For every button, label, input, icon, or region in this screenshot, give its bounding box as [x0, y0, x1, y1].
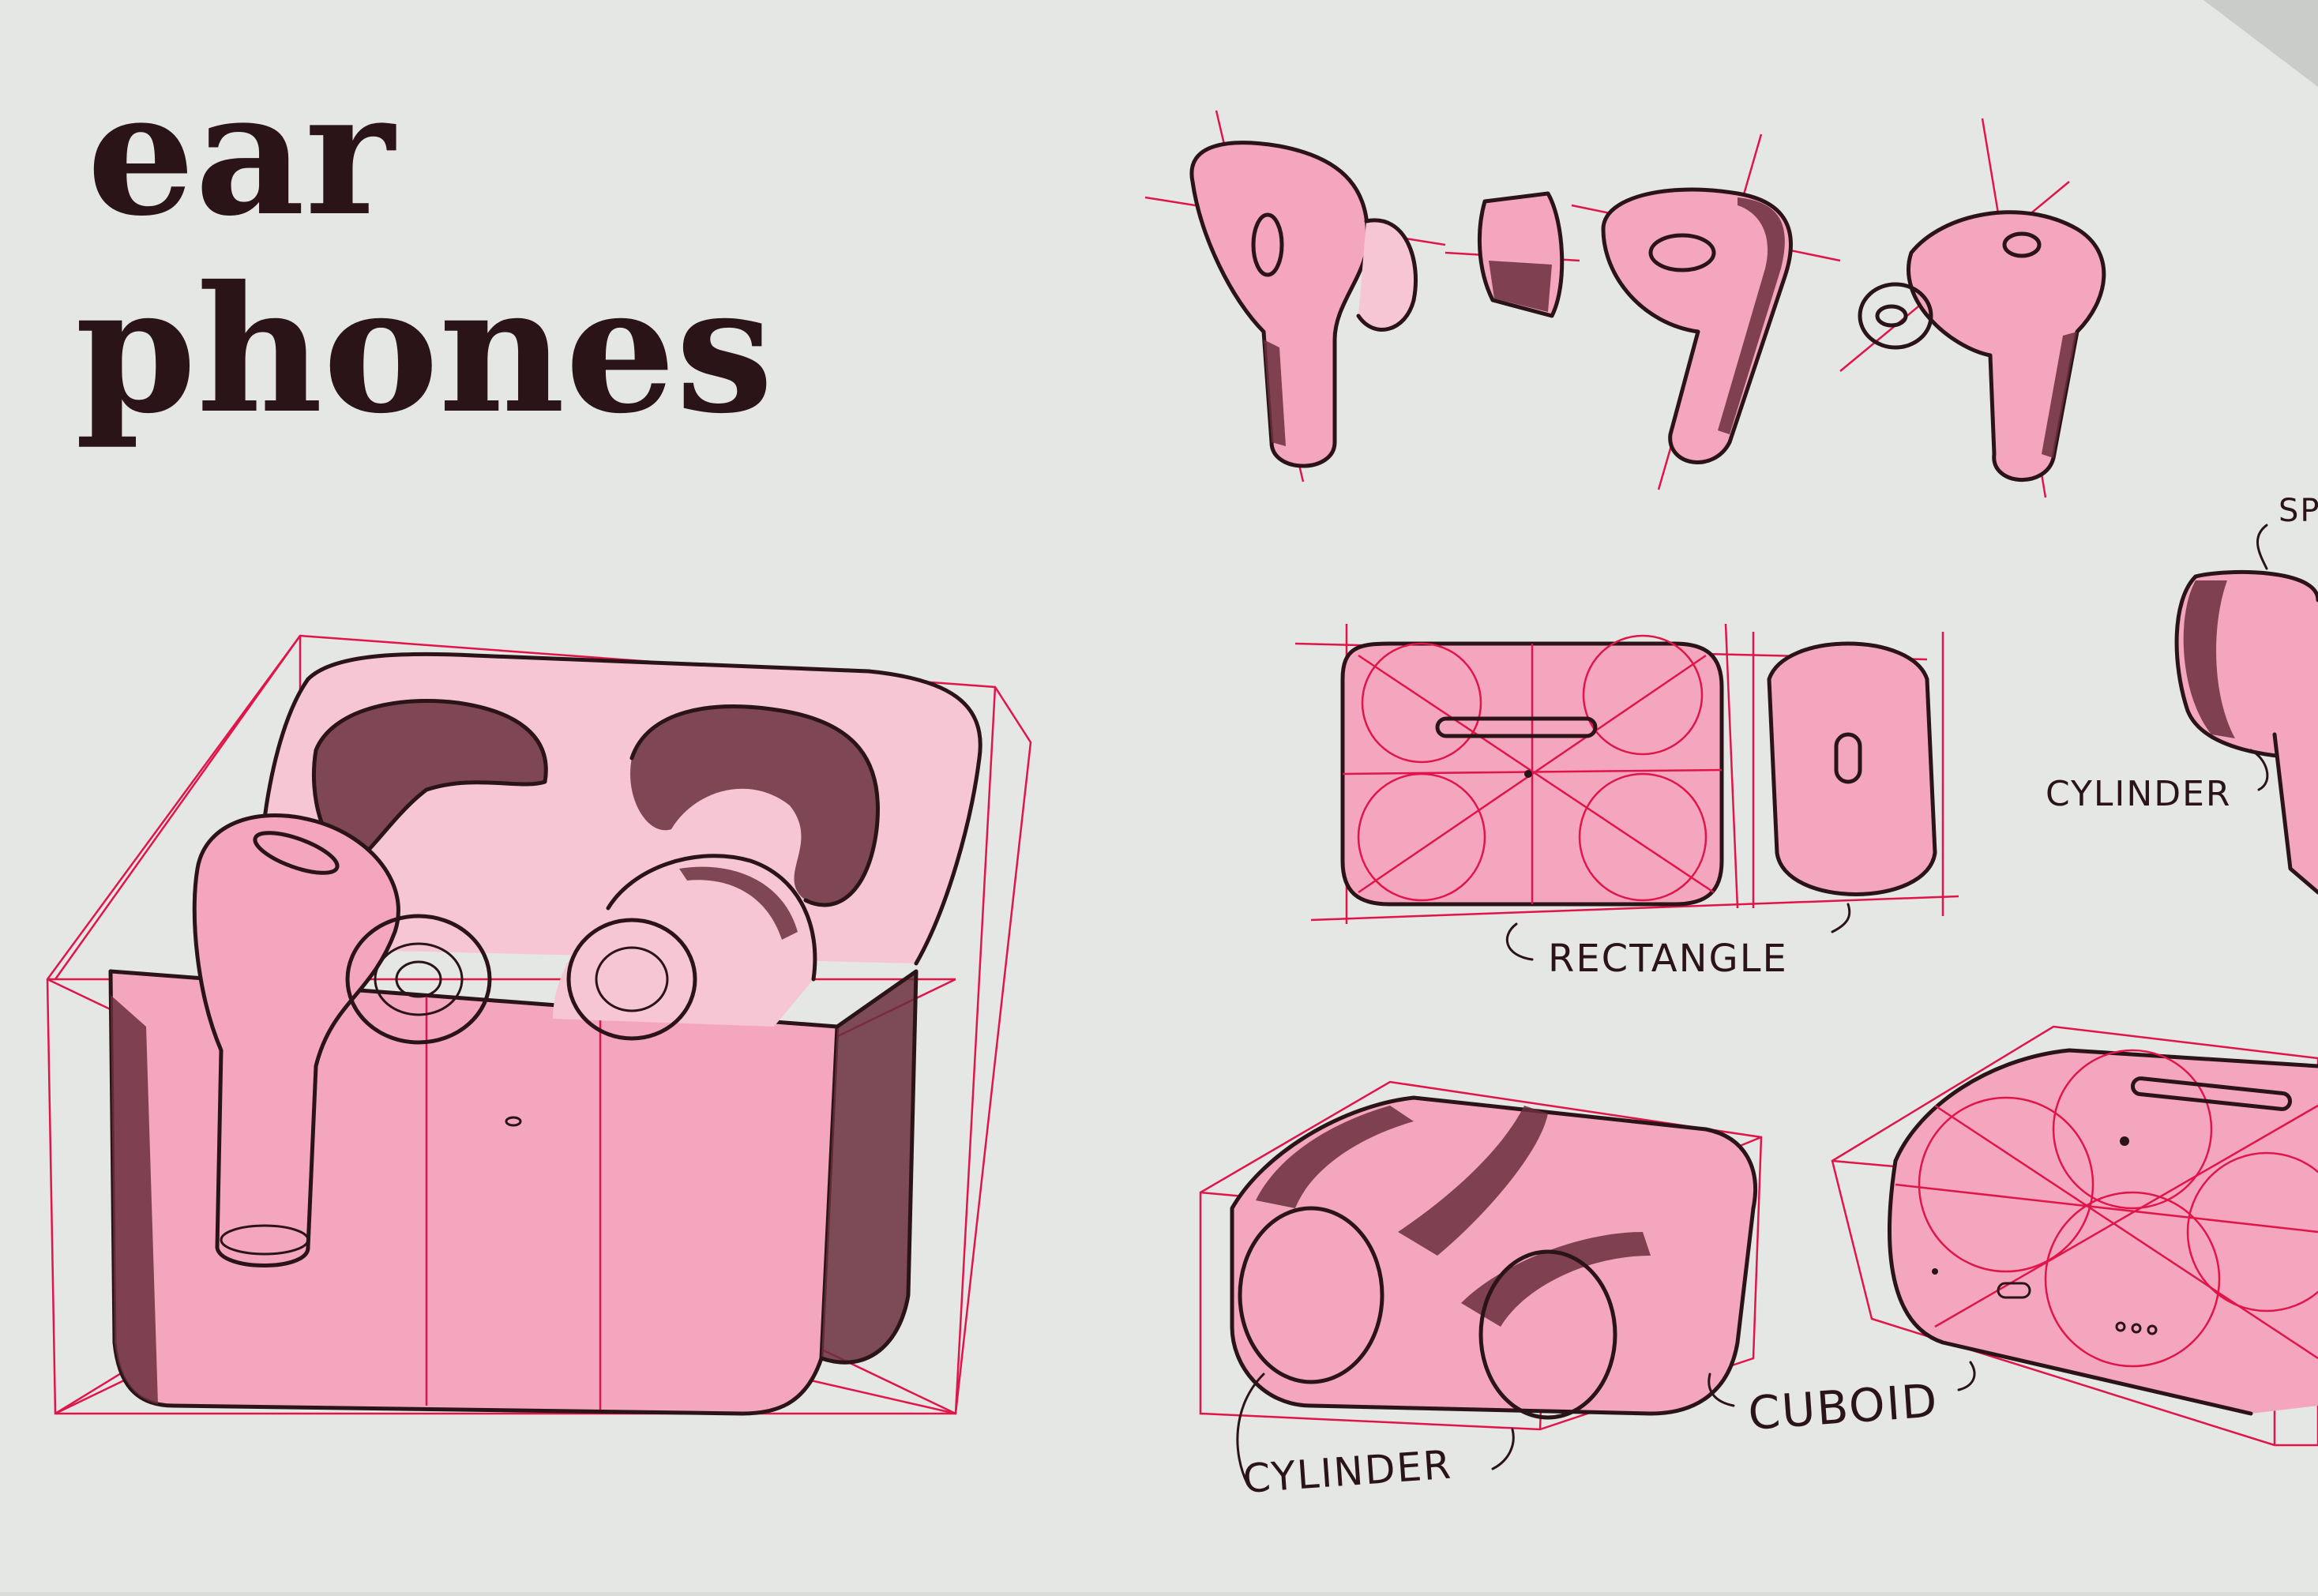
label-sp-partial: SP [2279, 493, 2318, 529]
label-cylinder-top-right: CYLINDER [2046, 774, 2231, 814]
label-rectangle: RECTANGLE [1548, 937, 1788, 981]
title-phones: phones [75, 247, 773, 452]
title-ear: ear [87, 54, 396, 253]
sketch-canvas: ear phones RECTANGLE SP CYLINDER CYLINDE… [0, 0, 2318, 1592]
sketch-page: ear phones RECTANGLE SP CYLINDER CYLINDE… [0, 0, 2318, 1592]
